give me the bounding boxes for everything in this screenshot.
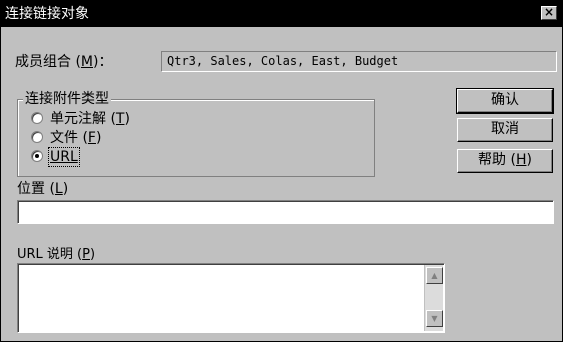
url-desc-textarea[interactable] (17, 263, 445, 333)
location-label: 位置 (L) (17, 181, 69, 197)
radio-button-selected[interactable] (31, 150, 43, 162)
member-combo-field: Qtr3, Sales, Colas, East, Budget (161, 51, 557, 72)
radio-button[interactable] (31, 112, 43, 124)
url-desc-label: URL 说明 (P) (17, 247, 96, 262)
scroll-up-button[interactable]: ▲ (426, 267, 443, 284)
scroll-down-button[interactable]: ▼ (426, 310, 443, 327)
member-combo-label: 成员组合 (M)： (15, 54, 113, 70)
radio-button[interactable] (31, 131, 43, 143)
link-object-dialog: 连接链接对象 × 成员组合 (M)： Qtr3, Sales, Colas, E… (0, 0, 563, 342)
title-bar[interactable]: 连接链接对象 × (1, 1, 562, 27)
radio-url[interactable]: URL (31, 147, 80, 167)
attach-type-legend: 连接附件类型 (23, 91, 111, 107)
url-desc-scrollbar[interactable]: ▲ ▼ (424, 265, 443, 331)
radio-cell-note[interactable]: 单元注解 (T) (31, 111, 130, 129)
ok-button[interactable]: 确认 (456, 88, 554, 114)
close-icon: × (543, 5, 555, 19)
close-button[interactable]: × (541, 6, 557, 20)
cancel-button[interactable]: 取消 (457, 118, 553, 142)
arrow-down-icon: ▼ (431, 314, 438, 323)
help-button[interactable]: 帮助 (H) (457, 149, 553, 173)
arrow-up-icon: ▲ (431, 271, 438, 280)
radio-url-label: URL (48, 147, 80, 167)
radio-file[interactable]: 文件 (F) (31, 130, 101, 148)
location-input[interactable] (17, 200, 554, 224)
dialog-title: 连接链接对象 (5, 6, 89, 22)
